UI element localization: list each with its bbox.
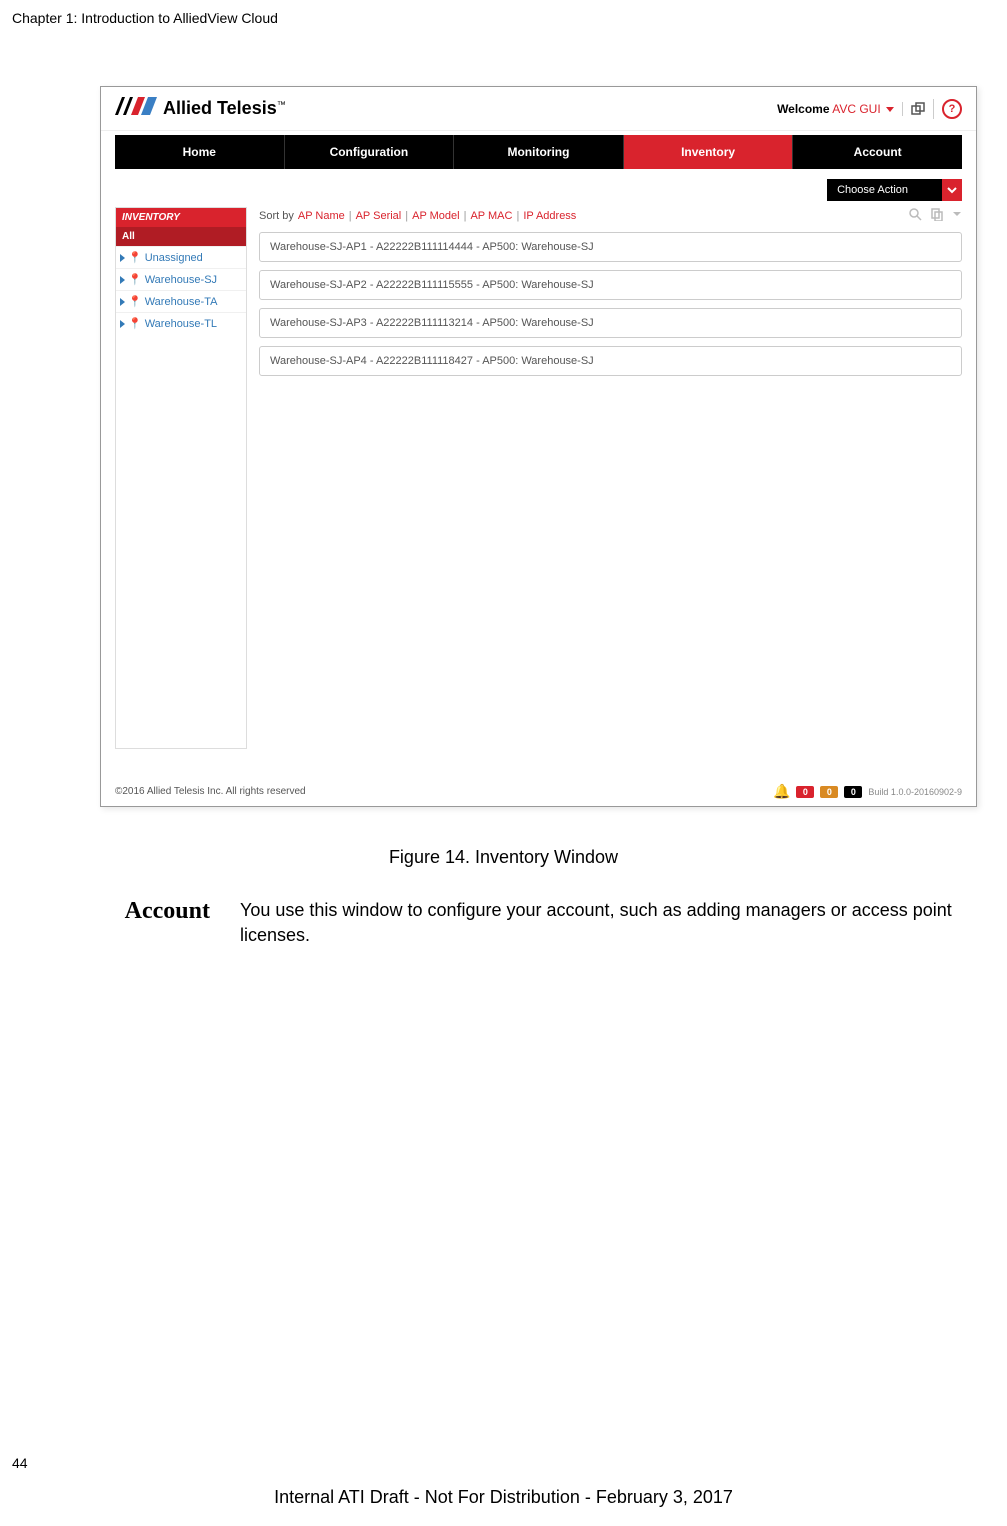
screenshot: Allied Telesis™ Welcome AVC GUI [100,86,977,807]
nav-tabs: Home Configuration Monitoring Inventory … [115,135,962,169]
sidebar-item-warehouse-tl[interactable]: 📍 Warehouse-TL [116,312,246,334]
sidebar-item-label: Warehouse-TL [145,318,217,330]
choose-action-label: Choose Action [827,179,942,201]
sort-left: Sort by AP Name | AP Serial | AP Model |… [259,210,576,222]
user-menu-label: AVC GUI [832,102,880,116]
expand-triangle-icon [120,254,125,262]
location-pin-icon: 📍 [128,251,142,264]
expand-icon[interactable] [902,102,925,116]
welcome-area: Welcome AVC GUI ? [777,99,962,119]
sidebar-item-unassigned[interactable]: 📍 Unassigned [116,246,246,268]
location-pin-icon: 📍 [128,317,142,330]
location-pin-icon: 📍 [128,273,142,286]
location-pin-icon: 📍 [128,295,142,308]
logo: Allied Telesis™ [115,97,286,120]
copy-icon[interactable] [930,207,944,224]
sort-ap-mac[interactable]: AP MAC [470,210,512,222]
main-panel: Sort by AP Name | AP Serial | AP Model |… [259,207,962,767]
app-footer: ©2016 Allied Telesis Inc. All rights res… [101,781,976,806]
expand-triangle-icon [120,298,125,306]
sidebar-item-label: Unassigned [145,252,203,264]
expand-triangle-icon [120,276,125,284]
sort-by-label: Sort by [259,210,294,222]
badge-warning[interactable]: 0 [820,786,838,798]
section-body: You use this window to configure your ac… [240,898,980,948]
sidebar-all[interactable]: All [116,227,246,246]
app-header: Allied Telesis™ Welcome AVC GUI [101,87,976,131]
action-bar: Choose Action [101,169,976,201]
tab-account[interactable]: Account [793,135,962,169]
welcome-text: Welcome AVC GUI [777,102,894,116]
sort-row: Sort by AP Name | AP Serial | AP Model |… [259,207,962,224]
badge-critical[interactable]: 0 [796,786,814,798]
inventory-row[interactable]: Warehouse-SJ-AP3 - A22222B111113214 - AP… [259,308,962,338]
inventory-row[interactable]: Warehouse-SJ-AP2 - A22222B111115555 - AP… [259,270,962,300]
chapter-header: Chapter 1: Introduction to AlliedView Cl… [0,0,1007,26]
dropdown-caret-icon[interactable] [952,209,962,222]
tab-monitoring[interactable]: Monitoring [454,135,624,169]
tab-home[interactable]: Home [115,135,285,169]
page-number: 44 [12,1455,28,1471]
section-heading: Account [100,898,210,948]
chevron-down-icon [942,179,962,201]
search-icon[interactable] [908,207,922,224]
sort-sep: | [464,210,467,222]
bell-icon[interactable]: 🔔 [773,783,790,800]
inventory-row[interactable]: Warehouse-SJ-AP4 - A22222B111118427 - AP… [259,346,962,376]
logo-tm: ™ [277,100,286,110]
sidebar: INVENTORY All 📍 Unassigned 📍 Warehouse-S… [115,207,247,749]
inventory-row[interactable]: Warehouse-SJ-AP1 - A22222B111114444 - AP… [259,232,962,262]
document-page: Chapter 1: Introduction to AlliedView Cl… [0,0,1007,1526]
tab-inventory[interactable]: Inventory [624,135,794,169]
sidebar-item-warehouse-sj[interactable]: 📍 Warehouse-SJ [116,268,246,290]
user-menu[interactable]: AVC GUI [832,102,894,116]
content-row: INVENTORY All 📍 Unassigned 📍 Warehouse-S… [101,201,976,781]
sidebar-item-label: Warehouse-SJ [145,274,217,286]
badge-info[interactable]: 0 [844,786,862,798]
sort-ap-serial[interactable]: AP Serial [356,210,402,222]
figure-caption: Figure 14. Inventory Window [0,847,1007,868]
sort-sep: | [349,210,352,222]
help-icon[interactable]: ? [933,99,962,119]
choose-action-dropdown[interactable]: Choose Action [827,179,962,201]
sidebar-item-label: Warehouse-TA [145,296,218,308]
sidebar-item-warehouse-ta[interactable]: 📍 Warehouse-TA [116,290,246,312]
distribution-footer: Internal ATI Draft - Not For Distributio… [0,1487,1007,1508]
tab-configuration[interactable]: Configuration [285,135,455,169]
caret-down-icon [886,107,894,112]
logo-text-label: Allied Telesis [163,98,277,118]
sort-sep: | [405,210,408,222]
section-account: Account You use this window to configure… [100,898,1007,948]
build-version: Build 1.0.0-20160902-9 [868,787,962,797]
sort-ip-address[interactable]: IP Address [523,210,576,222]
logo-text: Allied Telesis™ [163,98,286,119]
logo-mark-icon [115,97,157,120]
footer-right: 🔔 0 0 0 Build 1.0.0-20160902-9 [773,783,962,800]
sort-ap-model[interactable]: AP Model [412,210,460,222]
sort-ap-name[interactable]: AP Name [298,210,345,222]
sort-sep: | [516,210,519,222]
copyright: ©2016 Allied Telesis Inc. All rights res… [115,786,306,797]
welcome-label: Welcome [777,102,829,116]
toolbar-icons [908,207,962,224]
expand-triangle-icon [120,320,125,328]
sidebar-header: INVENTORY [116,208,246,227]
